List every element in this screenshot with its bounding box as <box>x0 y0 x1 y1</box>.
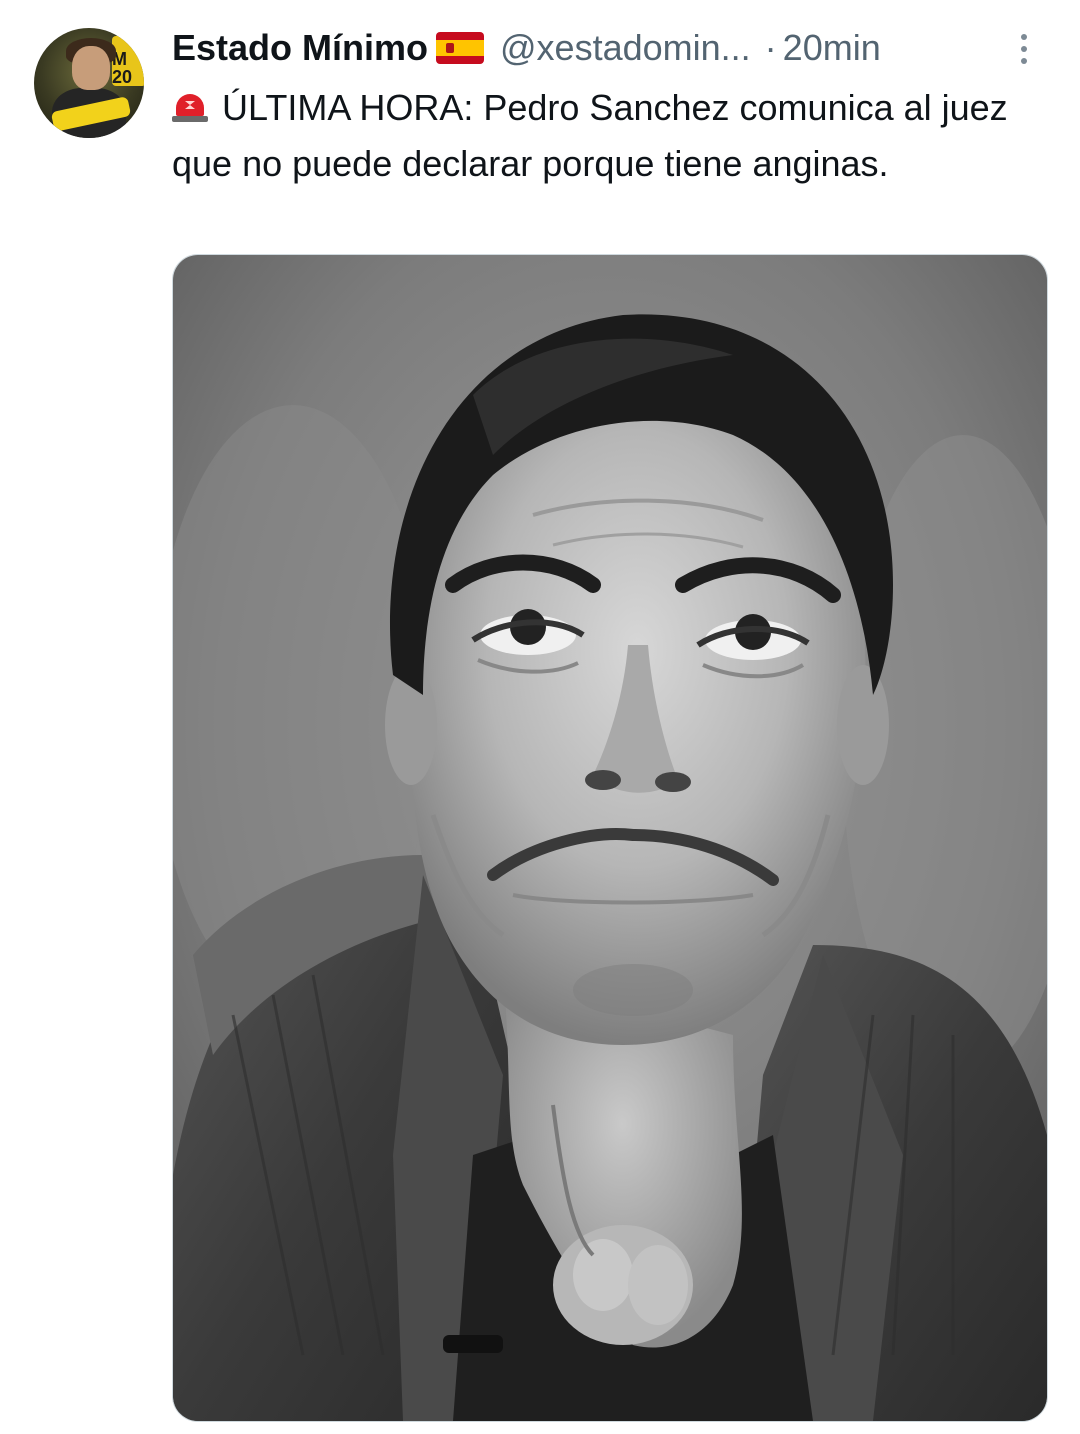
spain-flag-icon <box>436 32 485 64</box>
author-handle[interactable]: @xestadomin... <box>500 27 751 69</box>
more-options-icon[interactable] <box>1012 30 1036 68</box>
tweet-text: ÚLTIMA HORA: Pedro Sanchez comunica al j… <box>172 80 1052 192</box>
avatar-text: M 20 <box>112 49 133 87</box>
tweet-photo[interactable] <box>172 254 1048 1422</box>
author-display-name[interactable]: Estado Mínimo <box>172 27 428 69</box>
separator-dot: · <box>764 27 777 68</box>
tweet-timestamp[interactable]: 20min <box>783 27 881 69</box>
tweet[interactable]: M 20 Estado Mínimo @xestadomin... · 20mi… <box>0 0 1080 1434</box>
author-avatar[interactable]: M 20 <box>34 28 144 138</box>
tweet-header: Estado Mínimo @xestadomin... · 20min <box>172 24 881 72</box>
siren-icon <box>172 92 208 122</box>
tweet-body: ÚLTIMA HORA: Pedro Sanchez comunica al j… <box>172 87 1008 184</box>
avatar-figure-head <box>72 46 110 90</box>
portrait-photo <box>173 255 1047 1421</box>
